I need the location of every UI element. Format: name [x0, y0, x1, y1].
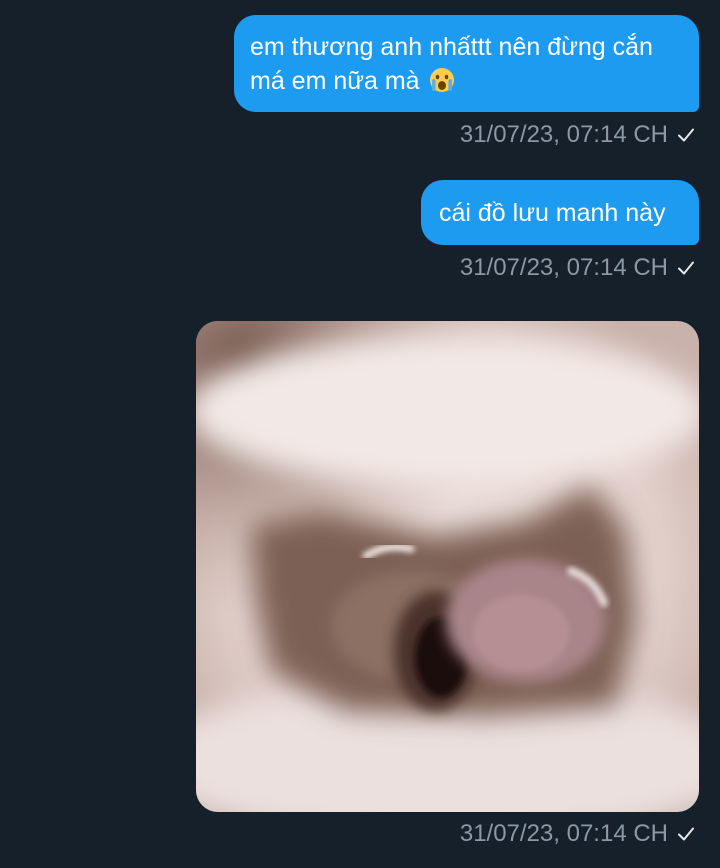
message-meta: 31/07/23, 07:14 CH	[460, 121, 696, 149]
checkmark-icon	[678, 128, 694, 142]
blurry-crying-face-photo	[196, 321, 699, 812]
message-text-line: em thương anh nhấttt nên đừng cắn	[250, 33, 653, 61]
checkmark-icon	[678, 261, 694, 275]
message-text: cái đồ lưu manh này	[439, 199, 666, 227]
message-text: má em nữa mà	[250, 67, 420, 95]
message-timestamp: 31/07/23, 07:14 CH	[459, 121, 668, 148]
chat-thread: em thương anh nhấttt nên đừng cắn má em …	[0, 0, 720, 868]
message-timestamp: 31/07/23, 07:14 CH	[459, 254, 668, 281]
message-bubble[interactable]: cái đồ lưu manh này	[421, 180, 699, 245]
checkmark-icon	[678, 827, 694, 841]
message-meta: 31/07/23, 07:14 CH	[460, 254, 696, 282]
crying-face-emoji-icon	[429, 68, 454, 92]
message-bubble[interactable]: em thương anh nhấttt nên đừng cắn má em …	[234, 15, 699, 112]
message-photo[interactable]	[196, 321, 699, 812]
message-timestamp: 31/07/23, 07:14 CH	[459, 820, 668, 847]
message-meta: 31/07/23, 07:14 CH	[460, 820, 696, 848]
message-text-line: má em nữa mà	[250, 64, 681, 98]
